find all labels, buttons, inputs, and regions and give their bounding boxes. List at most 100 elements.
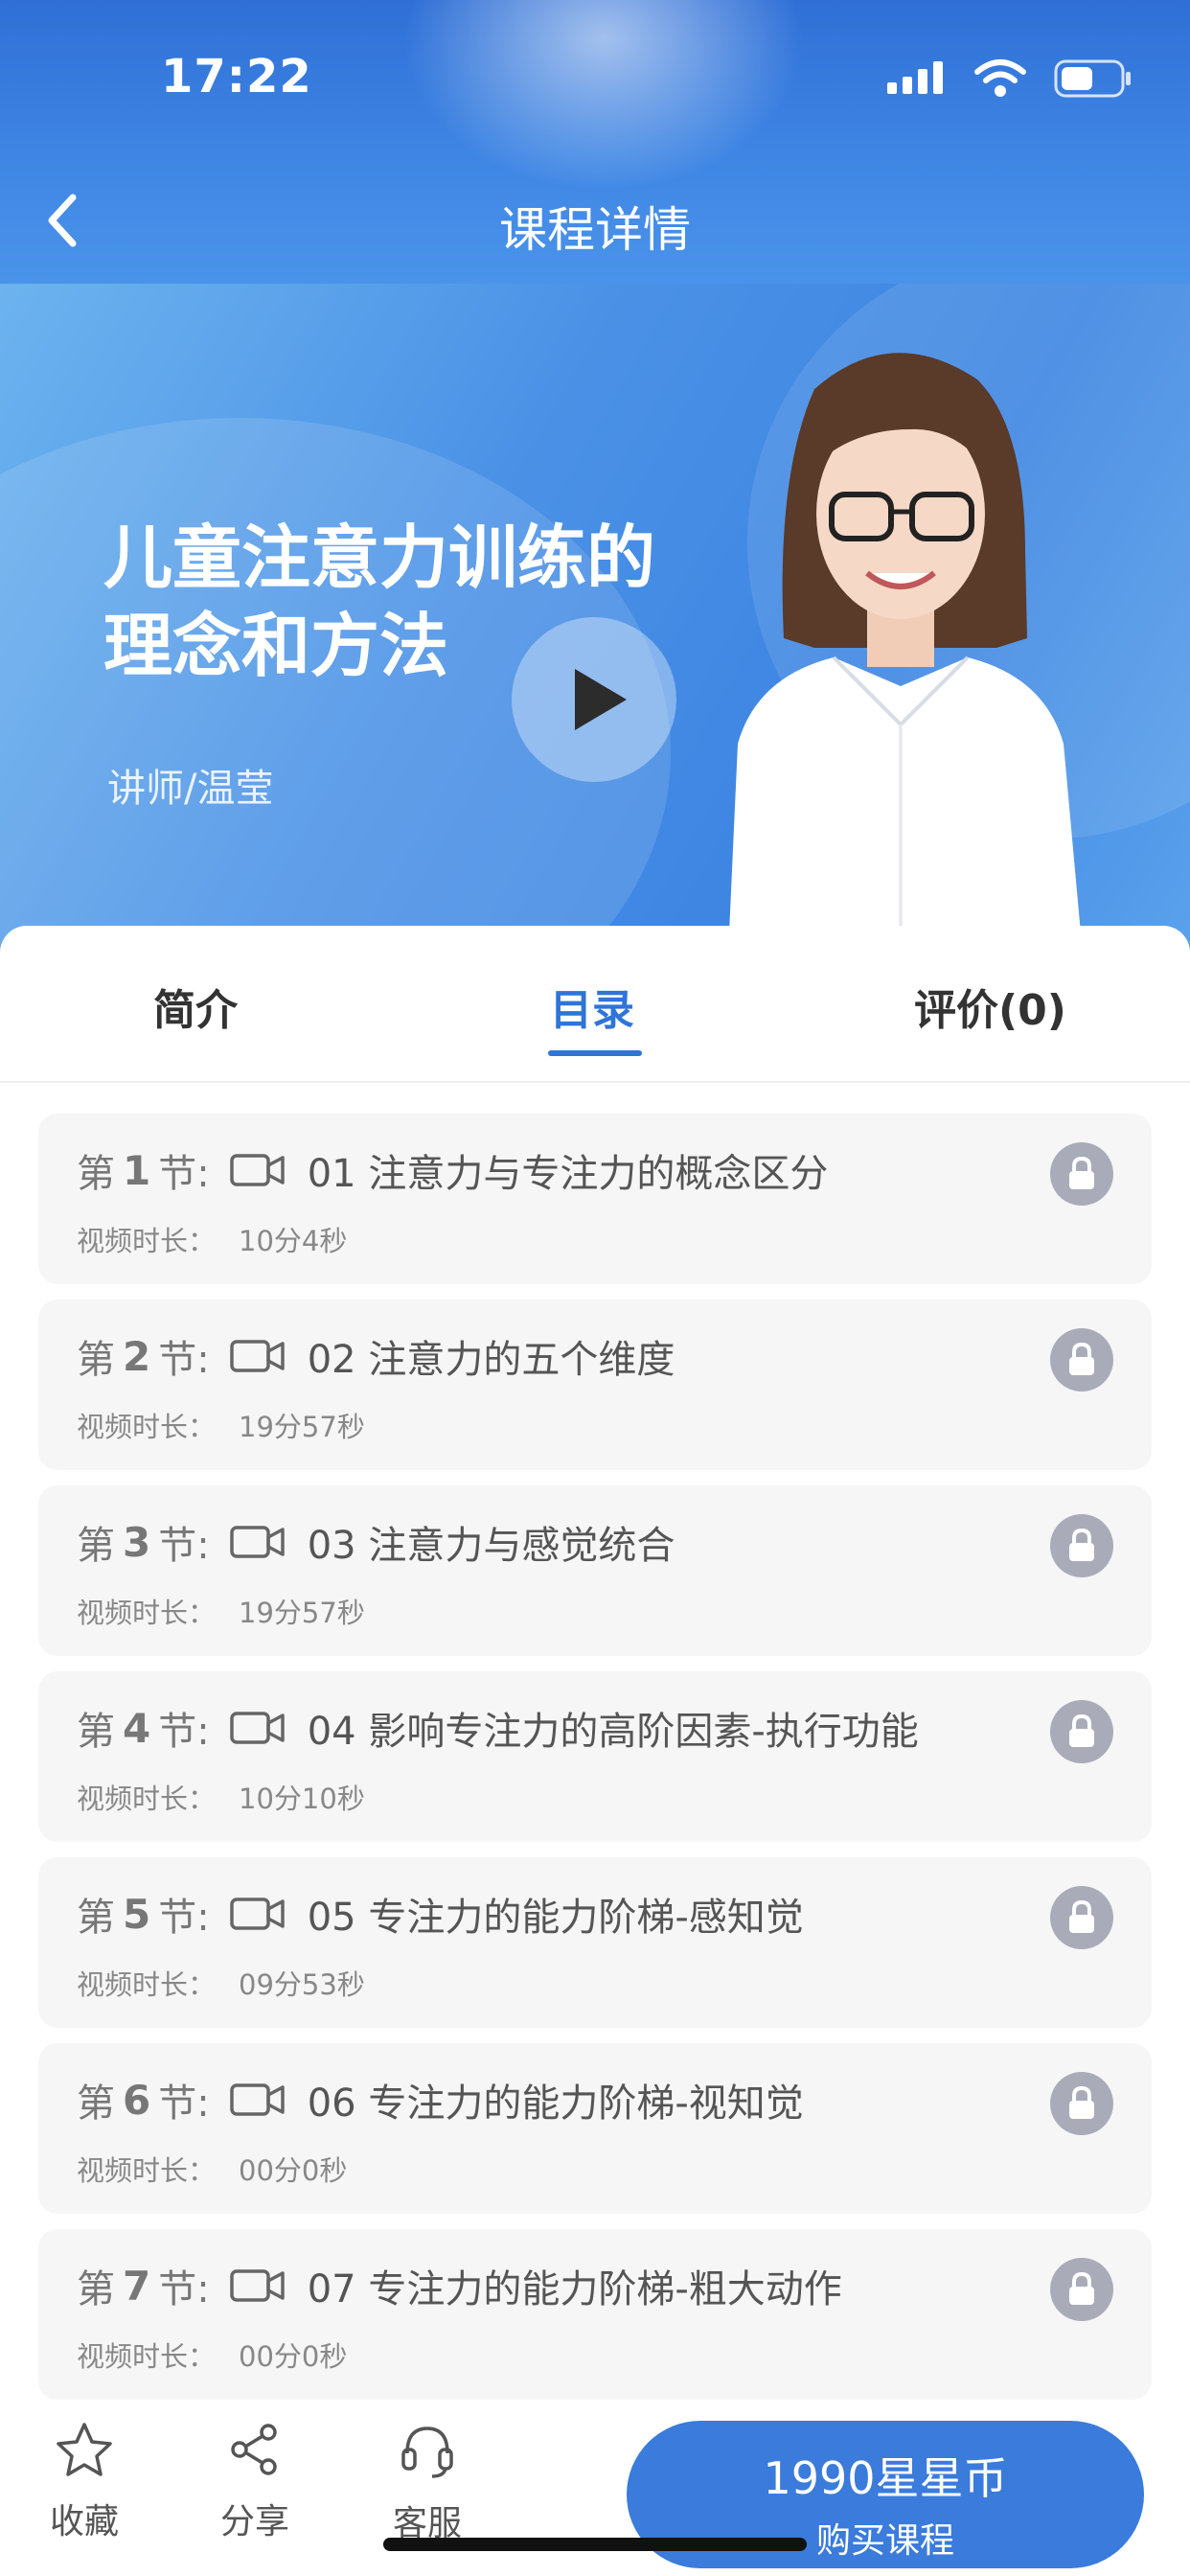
- lesson-duration: 09分53秒: [239, 1968, 365, 2001]
- section-suffix: 节:: [158, 2082, 210, 2126]
- lock-icon: [1050, 1700, 1113, 1763]
- favorite-button[interactable]: 收藏: [27, 2421, 142, 2543]
- lesson-duration-row: 视频时长： 19分57秒: [77, 1405, 365, 1445]
- lesson-title: 03 注意力与感觉统合: [307, 1524, 675, 1568]
- home-indicator: [383, 2538, 807, 2551]
- section-prefix: 第: [77, 1338, 115, 1382]
- course-banner: 儿童注意力训练的理念和方法 讲师/温莹: [0, 284, 1190, 954]
- duration-label: 视频时长：: [77, 1411, 217, 1443]
- lesson-heading: 第 2 节: 02 注意力的五个维度: [77, 1328, 675, 1384]
- section-suffix: 节:: [158, 2267, 210, 2312]
- status-icons: [887, 58, 1133, 100]
- section-suffix: 节:: [158, 1152, 210, 1196]
- section-suffix: 节:: [158, 1524, 210, 1568]
- lesson-duration: 10分4秒: [239, 1225, 348, 1257]
- section-suffix: 节:: [158, 1338, 210, 1382]
- lesson-duration-row: 视频时长： 00分0秒: [77, 2149, 347, 2189]
- lesson-duration: 10分10秒: [239, 1782, 365, 1815]
- section-number: 5: [123, 1890, 151, 1938]
- section-number: 4: [123, 1704, 151, 1752]
- lesson-duration: 19分57秒: [239, 1411, 365, 1443]
- duration-label: 视频时长：: [77, 2154, 217, 2187]
- lesson-heading: 第 4 节: 04 影响专注力的高阶因素-执行功能: [77, 1700, 919, 1756]
- wifi-icon: [974, 59, 1026, 97]
- lesson-title: 04 影响专注力的高阶因素-执行功能: [307, 1710, 919, 1754]
- active-tab-indicator: [548, 1050, 642, 1056]
- lesson-heading: 第 6 节: 06 专注力的能力阶梯-视知觉: [77, 2072, 804, 2128]
- lesson-duration-row: 视频时长： 10分4秒: [77, 1219, 347, 1259]
- duration-label: 视频时长：: [77, 1225, 217, 1257]
- lesson-heading: 第 1 节: 01 注意力与专注力的概念区分: [77, 1142, 828, 1198]
- lesson-heading: 第 3 节: 03 注意力与感觉统合: [77, 1514, 675, 1570]
- header-glow: [402, 0, 805, 192]
- status-time: 17:22: [161, 50, 312, 104]
- lesson-duration: 19分57秒: [239, 1597, 365, 1629]
- video-camera-icon: [229, 1526, 285, 1558]
- section-number: 3: [123, 1518, 151, 1566]
- favorite-label: 收藏: [49, 2502, 119, 2542]
- video-camera-icon: [229, 1712, 285, 1744]
- headset-icon: [401, 2426, 453, 2478]
- battery-icon: [1054, 59, 1131, 98]
- section-number: 6: [123, 2076, 151, 2124]
- lesson-duration-row: 视频时长： 00分0秒: [77, 2334, 347, 2375]
- tab-reviews[interactable]: 评价(0): [914, 976, 1066, 1037]
- tab-bar: 简介 目录 评价(0): [0, 926, 1190, 1083]
- duration-label: 视频时长：: [77, 1782, 217, 1815]
- lesson-duration-row: 视频时长： 09分53秒: [77, 1963, 365, 2003]
- teacher-portrait: [728, 353, 1083, 954]
- video-camera-icon: [229, 2083, 285, 2116]
- lesson-title: 05 专注力的能力阶梯-感知觉: [307, 1896, 804, 1940]
- section-prefix: 第: [77, 1152, 115, 1196]
- lesson-duration: 00分0秒: [239, 2154, 348, 2187]
- content-card: 简介 目录 评价(0) 第 1 节: 01 注意力与专注力的概念区分 视频时长： 10分4…: [0, 926, 1190, 2576]
- lesson-heading: 第 5 节: 05 专注力的能力阶梯-感知觉: [77, 1886, 804, 1942]
- section-suffix: 节:: [158, 1896, 210, 1940]
- play-button[interactable]: [512, 617, 676, 782]
- share-button[interactable]: 分享: [197, 2421, 312, 2543]
- share-label: 分享: [219, 2502, 289, 2542]
- lock-icon: [1050, 2072, 1113, 2135]
- video-camera-icon: [229, 2269, 285, 2302]
- section-number: 7: [123, 2262, 151, 2310]
- lesson-title: 07 专注力的能力阶梯-粗大动作: [307, 2267, 842, 2312]
- lesson-title: 06 专注力的能力阶梯-视知觉: [307, 2082, 804, 2126]
- star-icon: [57, 2423, 112, 2476]
- lesson-duration-row: 视频时长： 10分10秒: [77, 1777, 365, 1817]
- section-prefix: 第: [77, 1524, 115, 1568]
- lesson-item[interactable]: 第 5 节: 05 专注力的能力阶梯-感知觉视频时长： 09分53秒: [38, 1857, 1152, 2028]
- video-camera-icon: [229, 1340, 285, 1372]
- section-prefix: 第: [77, 1896, 115, 1940]
- lesson-item[interactable]: 第 7 节: 07 专注力的能力阶梯-粗大动作视频时长： 00分0秒: [38, 2229, 1152, 2400]
- lesson-item[interactable]: 第 2 节: 02 注意力的五个维度视频时长： 19分57秒: [38, 1300, 1152, 1470]
- lesson-heading: 第 7 节: 07 专注力的能力阶梯-粗大动作: [77, 2258, 842, 2313]
- tab-catalog[interactable]: 目录: [550, 976, 634, 1037]
- course-price: 1990星星币: [763, 2452, 1008, 2504]
- play-icon: [575, 669, 627, 730]
- lesson-title: 01 注意力与专注力的概念区分: [307, 1152, 829, 1196]
- section-prefix: 第: [77, 2267, 115, 2312]
- lesson-item[interactable]: 第 6 节: 06 专注力的能力阶梯-视知觉视频时长： 00分0秒: [38, 2043, 1152, 2214]
- page-title: 课程详情: [499, 202, 691, 258]
- signal-icon: [887, 61, 943, 94]
- teacher-name: 讲师/温莹: [107, 767, 274, 811]
- duration-label: 视频时长：: [77, 1968, 217, 2001]
- lesson-duration-row: 视频时长： 19分57秒: [77, 1591, 365, 1631]
- customer-service-button[interactable]: 客服: [370, 2421, 485, 2545]
- duration-label: 视频时长：: [77, 2340, 217, 2373]
- lesson-title: 02 注意力的五个维度: [307, 1338, 675, 1382]
- lesson-item[interactable]: 第 1 节: 01 注意力与专注力的概念区分视频时长： 10分4秒: [38, 1114, 1152, 1284]
- lock-icon: [1050, 1142, 1113, 1206]
- share-icon: [231, 2424, 277, 2475]
- section-number: 2: [123, 1332, 151, 1380]
- section-number: 1: [123, 1146, 151, 1194]
- tab-intro[interactable]: 简介: [153, 976, 238, 1037]
- header: 17:22 课程详情: [0, 0, 1190, 284]
- section-prefix: 第: [77, 2082, 115, 2126]
- lesson-item[interactable]: 第 4 节: 04 影响专注力的高阶因素-执行功能 视频时长： 10分10秒: [38, 1671, 1152, 1842]
- lock-icon: [1050, 1514, 1113, 1577]
- video-camera-icon: [229, 1154, 285, 1186]
- lesson-item[interactable]: 第 3 节: 03 注意力与感觉统合视频时长： 19分57秒: [38, 1485, 1152, 1656]
- section-suffix: 节:: [158, 1710, 210, 1754]
- lock-icon: [1050, 1886, 1113, 1949]
